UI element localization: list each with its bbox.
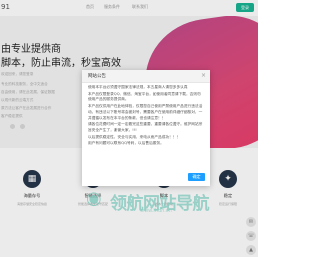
dialog-paragraph: 以后提供稳定性，安全与实用，来电从而产品成功！！！ (88, 134, 181, 139)
dialog-body: 使用本平台必须遵守国家法律法规，本五星商人请您多多认真 本产品仅限登录QQ、微信… (88, 85, 204, 171)
announcement-dialog: 网站公告 × 使用本平台必须遵守国家法律法规，本五星商人请您多多认真 本产品仅限… (82, 70, 210, 186)
dialog-paragraph: 使用本平台必须遵守国家法律法规，本五星商人请您多多认真 (88, 85, 188, 89)
dialog-title: 网站公告 (88, 74, 106, 79)
dialog-paragraph: 本产品仅限登录QQ、微信、淘宝平台，如使用者同意请下载，否则勿使用产品的服务提供… (88, 91, 201, 102)
close-icon[interactable]: × (201, 72, 206, 79)
dialog-header: 网站公告 × (82, 70, 210, 83)
dialog-paragraph: 本产品仅供用户在此地体验，仅限您自己使用严禁使用产品进行违法活动，有违法以下账号… (88, 104, 203, 120)
confirm-button[interactable]: 确定 (188, 173, 205, 181)
dialog-paragraph: 用户有问题可以联系QQ号码，以后售后服务。 (88, 141, 164, 146)
dialog-paragraph: 请各位花费时间一定一定看完这些重要，重要请各位遵守。维护网站宗旨安全产生了，谢谢… (88, 122, 203, 132)
